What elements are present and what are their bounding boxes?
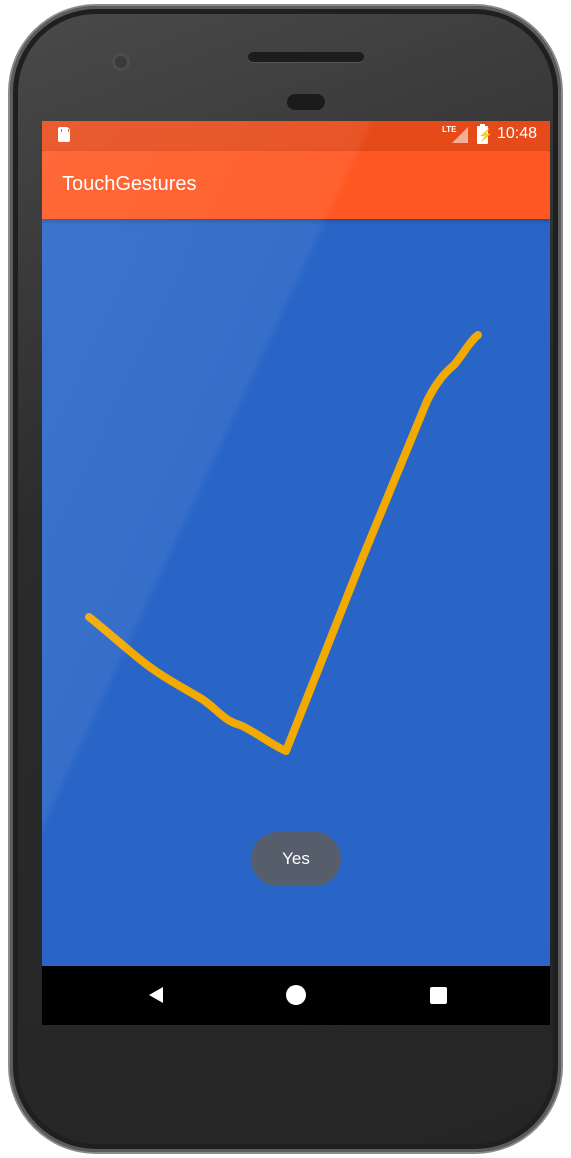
app-bar: TouchGestures xyxy=(42,151,550,219)
earpiece-speaker xyxy=(248,52,364,62)
status-bar: LTE ⚡ 10:48 xyxy=(42,121,550,151)
toast-message: Yes xyxy=(251,832,341,886)
back-button[interactable] xyxy=(127,966,187,1025)
home-button[interactable] xyxy=(266,966,326,1025)
home-icon xyxy=(286,985,306,1005)
battery-charging-icon: ⚡ xyxy=(477,124,493,144)
device-screen: LTE ⚡ 10:48 TouchGestures Yes xyxy=(42,121,550,1025)
navigation-bar xyxy=(42,966,550,1025)
app-title: TouchGestures xyxy=(62,173,197,195)
proximity-sensor xyxy=(287,94,325,110)
gesture-stroke xyxy=(85,331,482,755)
recents-icon xyxy=(430,987,447,1004)
back-icon xyxy=(149,987,163,1003)
status-clock: 10:48 xyxy=(497,125,538,142)
signal-icon xyxy=(452,127,468,143)
sd-card-icon xyxy=(58,127,70,142)
recents-button[interactable] xyxy=(408,966,468,1025)
front-camera xyxy=(115,56,127,68)
